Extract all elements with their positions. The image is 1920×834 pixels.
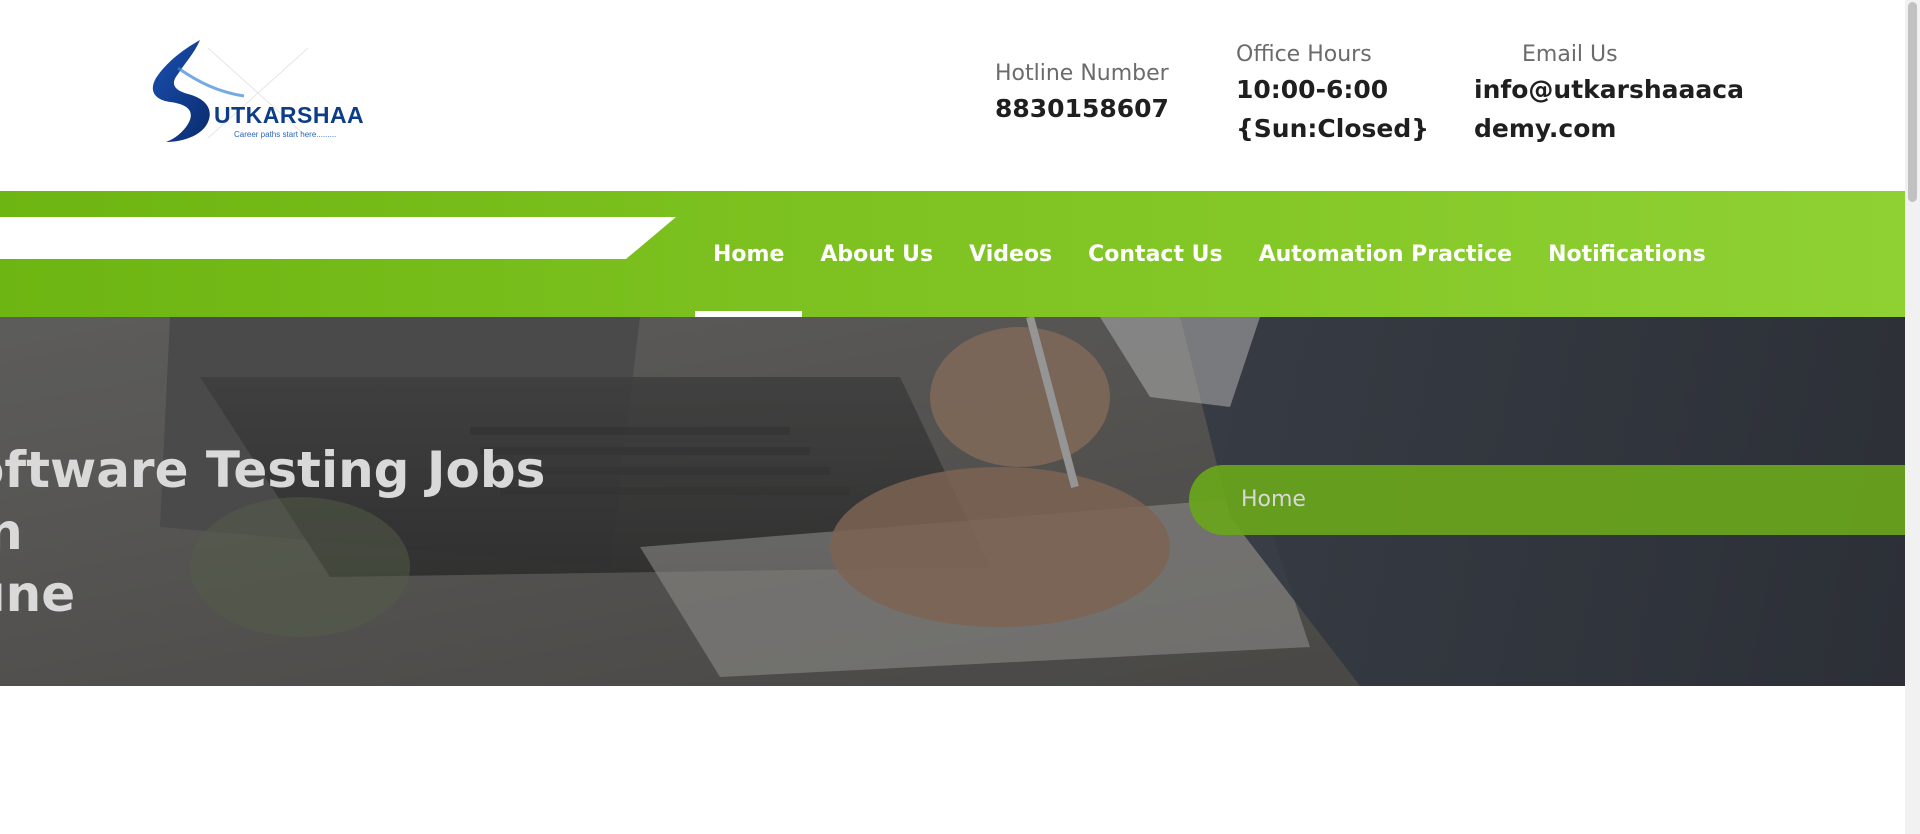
page: UTKARSHAA Career paths start here.......… xyxy=(0,0,1920,834)
nav-item-notifications[interactable]: Notifications xyxy=(1530,191,1724,317)
email-label: Email Us xyxy=(1522,42,1618,67)
office-hours-closed: {Sun:Closed} xyxy=(1236,114,1430,143)
nav-item-videos[interactable]: Videos xyxy=(951,191,1070,317)
nav-menu: Home About Us Videos Contact Us Automati… xyxy=(695,191,1724,317)
brand-tagline: Career paths start here......... xyxy=(234,130,337,139)
nav-decor-strip xyxy=(0,217,676,259)
hero-banner: oftware Testing Jobs in une Home xyxy=(0,317,1905,686)
email-block: Email Us info@utkarshaaaca demy.com xyxy=(1474,40,1744,148)
page-title-line1: oftware Testing Jobs in xyxy=(0,441,546,561)
nav-item-about-us[interactable]: About Us xyxy=(802,191,951,317)
page-scrollbar[interactable] xyxy=(1905,0,1920,834)
hotline-label: Hotline Number xyxy=(995,61,1169,86)
page-title: oftware Testing Jobs in une xyxy=(0,439,590,625)
brand-name: UTKARSHAA xyxy=(214,102,365,128)
office-hours-label: Office Hours xyxy=(1236,42,1372,67)
nav-item-automation-practice[interactable]: Automation Practice xyxy=(1241,191,1530,317)
breadcrumb: Home xyxy=(1189,465,1905,535)
email-address-line2[interactable]: demy.com xyxy=(1474,109,1744,148)
brand-logo[interactable]: UTKARSHAA Career paths start here.......… xyxy=(148,38,364,150)
email-address-line1[interactable]: info@utkarshaaaca xyxy=(1474,70,1744,109)
main-navbar: Home About Us Videos Contact Us Automati… xyxy=(0,191,1905,317)
page-title-line2: une xyxy=(0,565,76,623)
office-hours-time: 10:00-6:00 xyxy=(1236,75,1389,104)
nav-item-home[interactable]: Home xyxy=(695,191,803,317)
site-header: UTKARSHAA Career paths start here.......… xyxy=(0,0,1905,191)
office-hours-block: Office Hours 10:00-6:00 {Sun:Closed} xyxy=(1236,40,1429,148)
scrollbar-thumb[interactable] xyxy=(1908,2,1917,202)
nav-item-contact-us[interactable]: Contact Us xyxy=(1070,191,1240,317)
hotline-number[interactable]: 8830158607 xyxy=(995,89,1169,128)
breadcrumb-home-link[interactable]: Home xyxy=(1241,465,1306,535)
hotline-block: Hotline Number 8830158607 xyxy=(995,59,1169,128)
